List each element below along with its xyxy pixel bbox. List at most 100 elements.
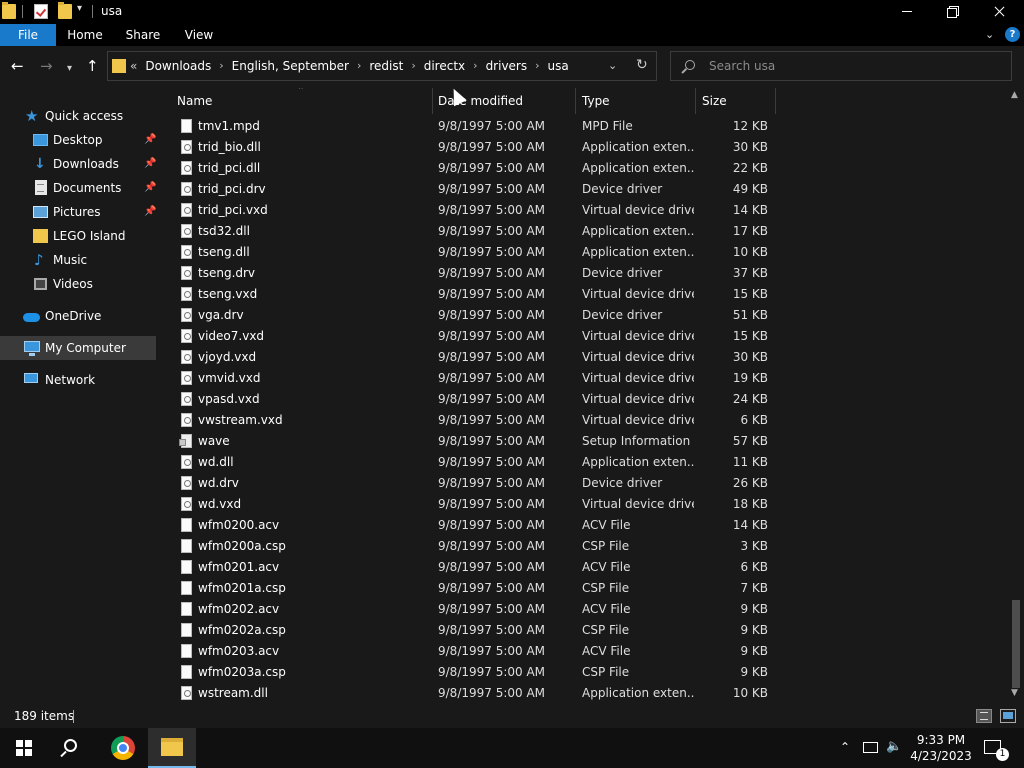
table-row[interactable]: trid_pci.vxd 9/8/1997 5:00 AM Virtual devi… — [160, 200, 1008, 221]
tab-file[interactable]: File — [0, 24, 56, 46]
breadcrumb-downloads[interactable]: Downloads — [145, 52, 211, 80]
table-row[interactable]: tsd32.dll 9/8/1997 5:00 AM Application ext… — [160, 221, 1008, 242]
table-row[interactable]: video7.vxd 9/8/1997 5:00 AM Virtual device… — [160, 326, 1008, 347]
table-row[interactable]: vga.drv 9/8/1997 5:00 AM Device driver 51 K… — [160, 305, 1008, 326]
table-row[interactable]: wfm0202.acv 9/8/1997 5:00 AM ACV File 9 KB — [160, 599, 1008, 620]
pin-icon[interactable]: 📌 — [144, 200, 156, 224]
help-icon[interactable]: ? — [1005, 27, 1020, 42]
breadcrumb-redist[interactable]: redist — [369, 52, 403, 80]
file-type: Virtual device driver — [582, 287, 694, 301]
breadcrumb-directx[interactable]: directx — [424, 52, 465, 80]
recent-locations-icon[interactable]: ▾ — [67, 61, 72, 77]
table-row[interactable]: wfm0203.acv 9/8/1997 5:00 AM ACV File 9 KB — [160, 641, 1008, 662]
back-button[interactable]: ← — [11, 58, 24, 74]
new-folder-icon[interactable] — [58, 2, 72, 19]
sidebar-item-lego-island[interactable]: LEGO Island — [0, 224, 156, 248]
sidebar-item-downloads[interactable]: ↓ Downloads 📌 — [0, 152, 156, 176]
taskbar-file-explorer[interactable] — [148, 728, 196, 768]
table-row[interactable]: vjoyd.vxd 9/8/1997 5:00 AM Virtual device … — [160, 347, 1008, 368]
chevron-right-icon[interactable]: › — [535, 52, 539, 80]
setup-information-icon — [179, 434, 192, 448]
table-row[interactable]: wd.drv 9/8/1997 5:00 AM Device driver 26 KB — [160, 473, 1008, 494]
table-row[interactable]: vwstream.vxd 9/8/1997 5:00 AM Virtual devi… — [160, 410, 1008, 431]
table-row[interactable]: wd.vxd 9/8/1997 5:00 AM Virtual device dri… — [160, 494, 1008, 515]
pin-icon[interactable]: 📌 — [144, 176, 156, 200]
tab-share[interactable]: Share — [120, 24, 166, 46]
minimize-button[interactable] — [884, 0, 930, 24]
table-row[interactable]: wstream.dll 9/8/1997 5:00 AM Application e… — [160, 683, 1008, 704]
table-row[interactable]: wfm0202a.csp 9/8/1997 5:00 AM CSP File 9 KB — [160, 620, 1008, 641]
sidebar-item-quick-access[interactable]: ★ Quick access — [0, 104, 156, 128]
table-row[interactable]: trid_pci.dll 9/8/1997 5:00 AM Application … — [160, 158, 1008, 179]
start-button[interactable] — [16, 740, 32, 756]
chrome-icon[interactable] — [111, 736, 135, 760]
large-icons-view-icon[interactable] — [1000, 709, 1016, 723]
table-row[interactable]: trid_pci.drv 9/8/1997 5:00 AM Device drive… — [160, 179, 1008, 200]
column-resize-handle[interactable] — [775, 88, 776, 114]
file-size: 14 KB — [732, 518, 768, 532]
details-view-icon[interactable] — [976, 709, 992, 723]
volume-icon[interactable]: 🔈 — [886, 739, 902, 754]
address-bar[interactable]: « Downloads › English, September › redis… — [107, 51, 657, 81]
taskbar-search-icon[interactable] — [64, 739, 77, 752]
scrollbar-thumb[interactable] — [1012, 600, 1020, 688]
chevron-right-icon[interactable]: › — [357, 52, 361, 80]
table-row[interactable]: trid_bio.dll 9/8/1997 5:00 AM Application … — [160, 137, 1008, 158]
sidebar-item-desktop[interactable]: Desktop 📌 — [0, 128, 156, 152]
properties-icon[interactable] — [34, 4, 48, 19]
expand-ribbon-icon[interactable]: ⌄ — [985, 28, 994, 41]
chevron-right-icon[interactable]: › — [219, 52, 223, 80]
sidebar-item-pictures[interactable]: Pictures 📌 — [0, 200, 156, 224]
search-input[interactable] — [709, 56, 999, 76]
quick-access-dropdown-icon[interactable]: ▾ — [77, 3, 82, 14]
pin-icon[interactable]: 📌 — [144, 128, 156, 152]
column-resize-handle[interactable] — [575, 88, 576, 114]
table-row[interactable]: tseng.vxd 9/8/1997 5:00 AM Virtual device … — [160, 284, 1008, 305]
table-row[interactable]: vmvid.vxd 9/8/1997 5:00 AM Virtual device … — [160, 368, 1008, 389]
sidebar-item-onedrive[interactable]: OneDrive — [0, 304, 156, 328]
file-name: wfm0201.acv — [198, 560, 280, 574]
table-row[interactable]: wave 9/8/1997 5:00 AM Setup Information 57 … — [160, 431, 1008, 452]
tab-home[interactable]: Home — [62, 24, 108, 46]
scroll-down-icon[interactable]: ▼ — [1011, 688, 1018, 698]
up-button[interactable]: ↑ — [86, 58, 99, 74]
column-resize-handle[interactable] — [432, 88, 433, 114]
scroll-up-icon[interactable]: ▲ — [1011, 90, 1018, 100]
sidebar-item-network[interactable]: Network — [0, 368, 156, 392]
table-row[interactable]: tmv1.mpd 9/8/1997 5:00 AM MPD File 12 KB — [160, 116, 1008, 137]
table-row[interactable]: tseng.dll 9/8/1997 5:00 AM Application ext… — [160, 242, 1008, 263]
table-row[interactable]: wfm0203a.csp 9/8/1997 5:00 AM CSP File 9 KB — [160, 662, 1008, 683]
breadcrumb-drivers[interactable]: drivers — [486, 52, 528, 80]
column-resize-handle[interactable] — [695, 88, 696, 114]
sidebar-item-music[interactable]: ♪ Music — [0, 248, 156, 272]
column-type[interactable]: Type — [582, 88, 692, 114]
address-dropdown-icon[interactable]: ⌄ — [608, 59, 617, 72]
tab-view[interactable]: View — [176, 24, 222, 46]
maximize-button[interactable] — [930, 0, 976, 24]
table-row[interactable]: vpasd.vxd 9/8/1997 5:00 AM Virtual device … — [160, 389, 1008, 410]
sidebar-item-videos[interactable]: Videos — [0, 272, 156, 296]
chevron-right-icon[interactable]: › — [473, 52, 477, 80]
breadcrumb-overflow[interactable]: « — [130, 52, 137, 80]
sidebar-item-documents[interactable]: Documents 📌 — [0, 176, 156, 200]
table-row[interactable]: wfm0200.acv 9/8/1997 5:00 AM ACV File 14 KB — [160, 515, 1008, 536]
column-size[interactable]: Size — [702, 88, 772, 114]
forward-button[interactable]: → — [40, 58, 53, 74]
table-row[interactable]: wfm0201.acv 9/8/1997 5:00 AM ACV File 6 KB — [160, 557, 1008, 578]
sidebar-item-my-computer[interactable]: My Computer — [0, 336, 156, 360]
breadcrumb-english-september[interactable]: English, September — [232, 52, 349, 80]
table-row[interactable]: tseng.drv 9/8/1997 5:00 AM Device driver 37… — [160, 263, 1008, 284]
table-row[interactable]: wfm0201a.csp 9/8/1997 5:00 AM CSP File 7 KB — [160, 578, 1008, 599]
refresh-icon[interactable]: ↻ — [636, 57, 648, 73]
breadcrumb-usa[interactable]: usa — [548, 52, 569, 80]
close-button[interactable] — [976, 0, 1022, 24]
table-row[interactable]: wfm0200a.csp 9/8/1997 5:00 AM CSP File 3 KB — [160, 536, 1008, 557]
clock[interactable]: 9:33 PM 4/23/2023 — [906, 732, 976, 764]
network-status-icon[interactable] — [863, 742, 878, 753]
show-hidden-icons-icon[interactable]: ⌃ — [840, 740, 850, 754]
search-box[interactable] — [670, 51, 1012, 81]
pin-icon[interactable]: 📌 — [144, 152, 156, 176]
table-row[interactable]: wd.dll 9/8/1997 5:00 AM Application exten.… — [160, 452, 1008, 473]
chevron-right-icon[interactable]: › — [411, 52, 415, 80]
vertical-scrollbar[interactable]: ▲ ▼ — [1008, 88, 1024, 704]
